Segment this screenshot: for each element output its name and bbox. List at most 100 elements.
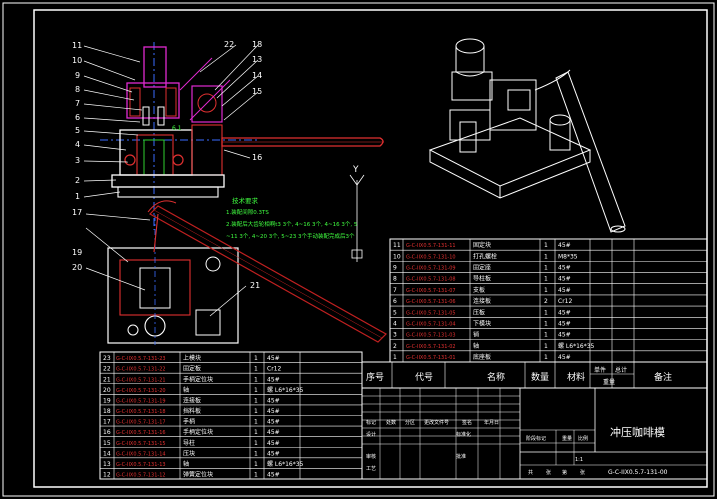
bom-cell-name: 手柄定位块 [183,375,213,383]
bom-cell-code: G-C-IIX0.5.7-131-23 [116,356,166,362]
bom-cell-qty: 1 [544,287,548,294]
table-row: 2 G-C-IIX0.5.7-131-02 轴 1 螺 L6*16*35 [393,342,595,350]
bom-cell-code: G-C-IIX0.5.7-131-06 [406,299,456,305]
bom-cell-qty: 1 [544,354,548,361]
bom-cell-mat: Cr12 [558,298,572,305]
bom-cell-mat: M8*35 [558,253,578,260]
bom-cell-no: 11 [393,242,401,249]
bom-cell-code: G-C-IIX0.5.7-131-12 [116,473,166,479]
bom-h-weight: 重量 [603,378,615,386]
bom-h-name: 名称 [487,371,505,383]
table-row: 23 G-C-IIX0.5.7-131-23 上模块 1 45# [103,354,280,362]
rev-label-5: 年月日 [484,419,499,426]
callout-11: 11 [72,41,82,50]
bom-cell-name: 固定座 [473,264,491,272]
bom-cell-no: 15 [103,440,111,447]
top-view-pivot [205,256,221,272]
bom-cell-no: 12 [103,472,111,479]
callouts-lower: 17 19 20 21 [72,208,260,290]
table-row: 22 G-C-IIX0.5.7-131-22 固定板 1 Cr12 [103,365,281,373]
die-inner [136,134,174,176]
bom-cell-no: 10 [393,253,401,260]
bom-cell-mat: 45# [267,440,280,447]
bom-h-single: 单件 [594,366,606,374]
sign-label-2: 审核 [366,453,376,460]
table-row: 10 G-C-IIX0.5.7-131-10 打孔螺栓 1 M8*35 [393,252,578,260]
table-row: 6 G-C-IIX0.5.7-131-06 连接板 2 Cr12 [393,297,572,305]
bom-cell-qty: 1 [544,265,548,272]
bom-cell-code: G-C-IIX0.5.7-131-03 [406,333,456,339]
bom-cell-name: 挡料板 [183,407,201,415]
bom-cell-mat: 45# [267,419,280,426]
scale-value: 1:1 [575,457,583,463]
stage-label-0: 阶段标记 [526,435,546,442]
tech-line-3: ~11 3个, 4~20 3个, 5~23 3个手动装配完成后3个 [226,232,355,240]
bom-cell-no: 6 [393,298,397,305]
table-row: 19 G-C-IIX0.5.7-131-19 连接板 1 45# [103,396,280,404]
table-row: 15 G-C-IIX0.5.7-131-15 导柱 1 45# [103,439,280,447]
callout-3: 3 [75,156,80,165]
dim-label: 6.1 [172,125,182,132]
bom-cell-mat: 45# [558,287,571,294]
table-row: 4 G-C-IIX0.5.7-131-04 下模块 1 45# [393,319,571,327]
bom-cell-mat: 45# [558,309,571,316]
callout-6: 6 [75,113,80,122]
bom-h-total: 总计 [615,366,627,374]
top-view-right-block [195,309,221,336]
bom-cell-qty: 1 [254,408,258,415]
callouts-left: 11 10 9 8 7 6 5 4 3 2 1 [72,41,82,201]
tech-title: 技术要求 [232,196,259,205]
right-housing [191,124,223,176]
bom-cell-name: 固定板 [183,365,201,373]
bom-cell-code: G-C-IIX0.5.7-131-18 [116,409,166,415]
bom-cell-code: G-C-IIX0.5.7-131-02 [406,344,456,350]
table-row: 14 G-C-IIX0.5.7-131-14 压块 1 45# [103,449,280,457]
bom-cell-qty: 1 [544,320,548,327]
bom-cell-mat: 45# [558,320,571,327]
bom-cell-qty: 1 [544,242,548,249]
bom-cell-mat: 45# [558,242,571,249]
bom-cell-no: 8 [393,276,397,283]
leader-lines-lower [85,213,247,317]
bom-cell-no: 1 [393,354,397,361]
base-plate [111,174,225,188]
bom-cell-mat: Cr12 [267,366,281,373]
title-block: 冲压咖啡模 G-C-IIX0.5.7-131-00 1:1 标记 处数 分区 更… [361,387,708,480]
punch-head [143,46,167,88]
bom-cell-qty: 1 [544,332,548,339]
callout-2: 2 [75,176,80,185]
table-row: 12 G-C-IIX0.5.7-131-12 弹簧定位块 1 45# [103,471,280,479]
bom-cell-name: 压块 [183,449,195,457]
bolt-left [124,154,136,166]
rev-label-1: 处数 [386,419,396,426]
assembly-drawing: 6.1 11 10 9 8 7 6 5 4 3 2 1 22 18 13 14 … [2,2,715,497]
bom-cell-qty: 1 [254,397,258,404]
bom-table-bottom: 23 G-C-IIX0.5.7-131-23 上模块 1 45# 22 G-C-IIX0.5… [99,351,363,480]
sign-label-3: 工艺 [366,466,376,472]
bom-cell-no: 14 [103,450,111,457]
table-row: 20 G-C-IIX0.5.7-131-20 轴 1 螺 L6*16*35 [103,386,304,394]
callout-7: 7 [75,99,80,108]
table-row: 1 G-C-IIX0.5.7-131-01 底座板 1 45# [393,353,571,361]
bom-cell-code: G-C-IIX0.5.7-131-09 [406,266,456,272]
tech-notes: 技术要求 1.装配间隙0.3TS 2.装配后大齿轮相啊t3 3个, 4~16 3… [226,196,358,240]
rev-label-2: 分区 [405,419,415,426]
axis-marker: Y [349,165,365,262]
bom-cell-mat: 45# [267,408,280,415]
bom-cell-code: G-C-IIX0.5.7-131-19 [116,398,166,404]
table-row: 9 G-C-IIX0.5.7-131-09 固定座 1 45# [393,264,571,272]
callout-14: 14 [252,71,262,80]
bom-cell-mat: 45# [267,429,280,436]
bom-cell-no: 18 [103,408,111,415]
callout-20: 20 [72,263,82,272]
pin-a [142,106,150,126]
cam-block [191,85,223,123]
callout-9: 9 [75,71,80,80]
table-row: 11 G-C-IIX0.5.7-131-11 固定块 1 45# [393,241,571,249]
callout-10: 10 [72,56,82,65]
bom-cell-no: 2 [393,343,397,350]
die-body [119,129,193,176]
top-view-base [107,247,239,344]
bom-cell-qty: 1 [254,355,258,362]
bom-cell-mat: 45# [558,265,571,272]
